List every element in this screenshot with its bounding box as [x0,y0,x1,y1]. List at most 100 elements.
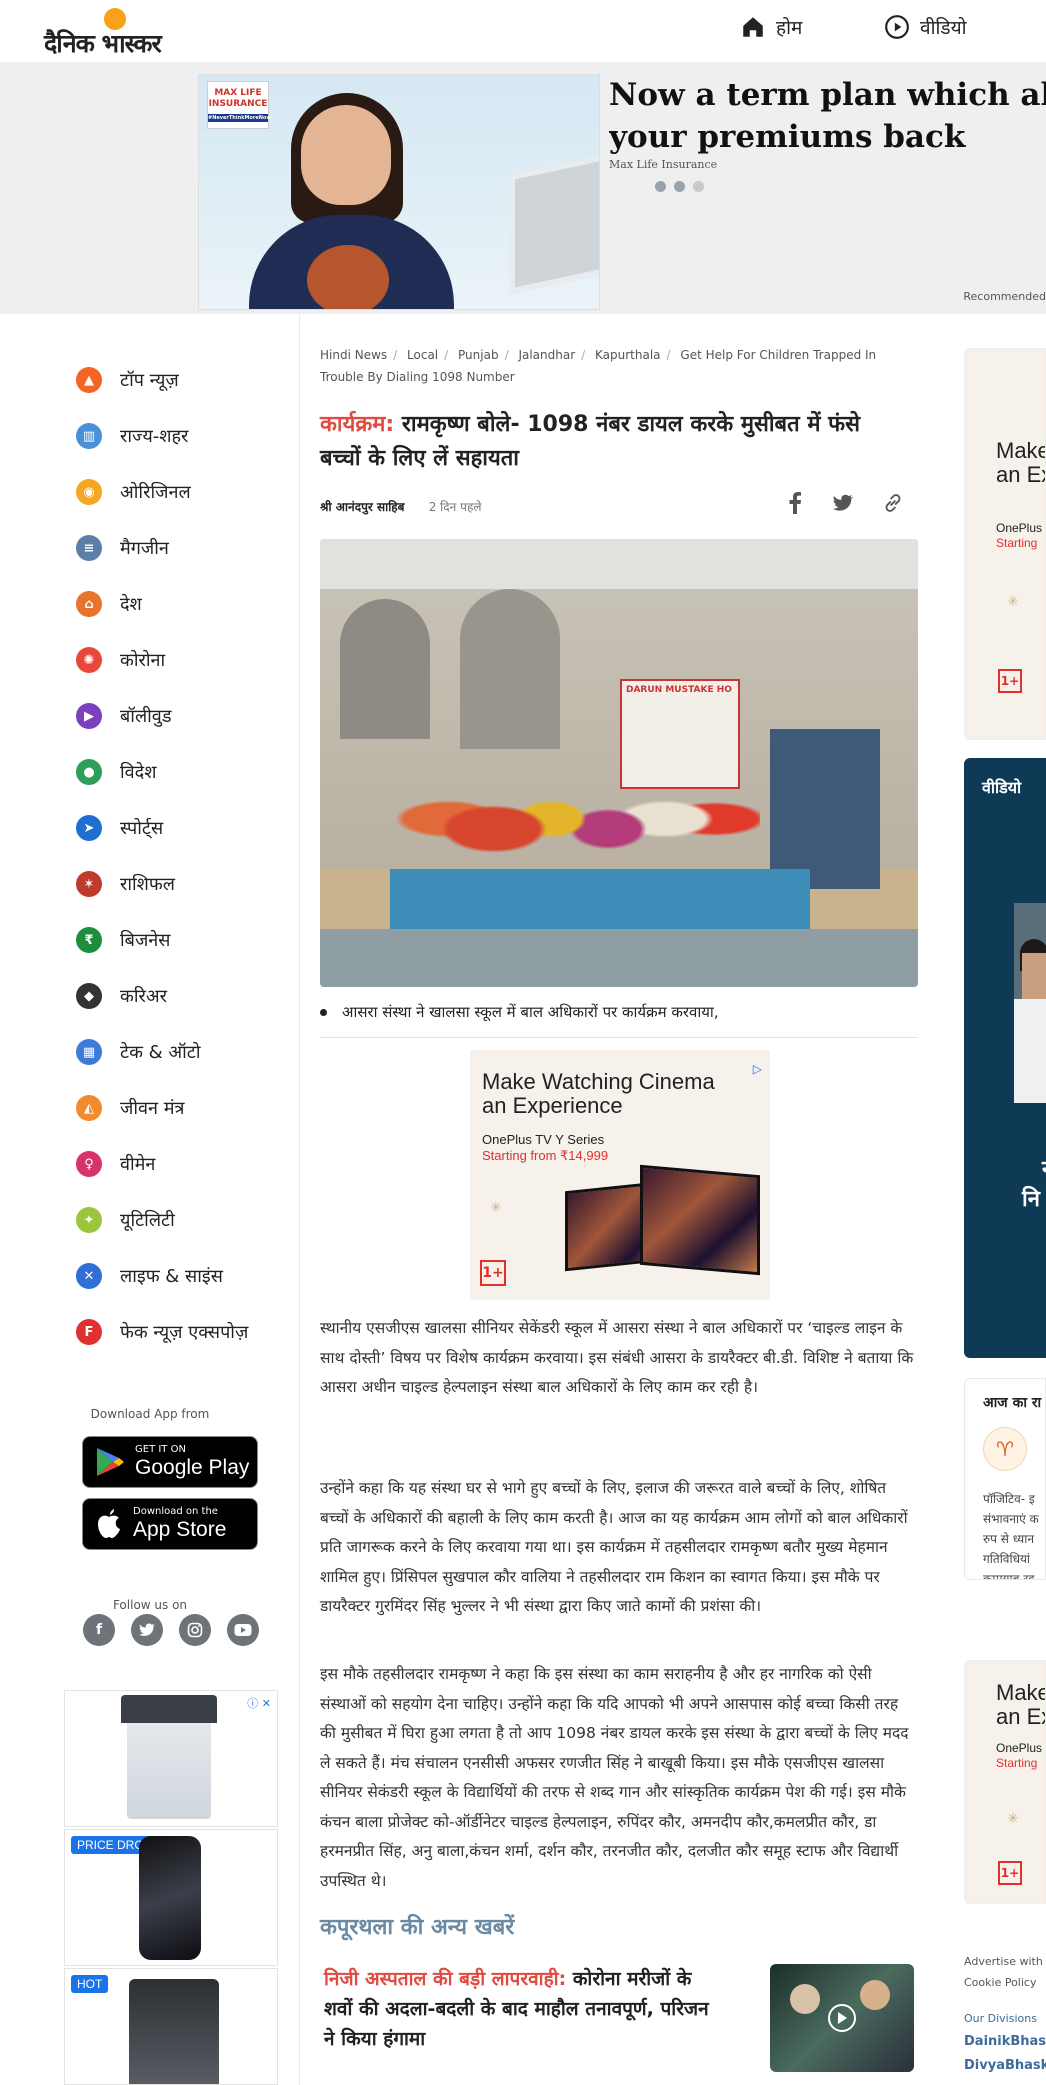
sidebar-item[interactable]: ▲ टॉप न्यूज़ [76,364,179,396]
sidebar-item-label: स्पोर्ट्स [120,818,164,839]
division-link[interactable]: DivyaBhaska [964,2058,1046,2073]
appliance-image [129,1979,219,2084]
ad-carousel-dots[interactable] [655,181,704,192]
apple-icon [98,1509,120,1538]
sidebar-ad-washing-machine[interactable]: ⓘ ✕ [64,1690,278,1827]
carousel-dot[interactable] [674,181,685,192]
article-paragraph: स्थानीय एसजीएस खालसा सीनियर सेकेंडरी स्क… [320,1319,914,1396]
ad-headline-line-2: your premiums back [609,119,966,155]
division-link[interactable]: DainikBhask [964,2034,1046,2049]
sidebar-item-label: जीवन मंत्र [120,1098,185,1119]
video-text-line-1: न [1042,1153,1046,1183]
download-label: Download App from [90,1407,210,1421]
sidebar-item[interactable]: ₹ बिजनेस [76,924,170,956]
sidebar-item-label: वीमेन [120,1154,156,1175]
carousel-dot[interactable] [693,181,704,192]
sidebar-item[interactable]: ✶ राशिफल [76,868,175,900]
app-store-big: App Store [133,1518,227,1541]
banner-ad-image[interactable]: MAX LIFE INSURANCE #NeverThinkMoreNow [198,74,600,310]
nav-home[interactable]: होम [740,14,802,40]
sidebar-item-label: बिजनेस [120,930,171,951]
sidebar-item[interactable]: ● विदेश [76,756,156,788]
google-play-button[interactable]: GET IT ON Google Play [82,1436,258,1488]
sidebar-item[interactable]: ◉ ओरिजिनल [76,476,191,508]
advertise-link[interactable]: Advertise with U [964,1955,1046,1968]
logo-text: दैनिक भास्कर [44,29,162,58]
sidebar-ad-phone[interactable]: PRICE DROP [64,1829,278,1966]
breadcrumb-item[interactable]: Local [407,348,438,362]
sidebar-item[interactable]: ▦ टेक & ऑटो [76,1036,201,1068]
our-divisions-label: Our Divisions [964,2012,1037,2025]
share-twitter-icon[interactable] [830,490,856,516]
sparkle-icon: ✳ [490,1200,502,1216]
oneplus-logo-icon: 1+ [998,669,1022,693]
sidebar-item[interactable]: ✕ लाइफ & साइंस [76,1260,223,1292]
aries-icon: ♈ [983,1427,1027,1471]
youtube-icon[interactable] [227,1614,259,1646]
sidebar-ad-appliance[interactable]: HOT [64,1968,278,2085]
app-store-button[interactable]: Download on the App Store [82,1498,258,1550]
related-story-title[interactable]: निजी अस्पताल की बड़ी लापरवाही: कोरोना मर… [324,1964,724,2054]
sparkle-icon: ✳ [1007,594,1019,610]
adchoices-icon[interactable]: ⓘ ✕ [247,1695,271,1711]
cookie-policy-link[interactable]: Cookie Policy [964,1976,1036,1989]
sidebar-item[interactable]: ▥ राज्य-शहर [76,420,188,452]
article-paragraph: इस मौके तहसीलदार रामकृष्ण ने कहा कि इस स… [320,1665,909,1890]
sidebar-item[interactable]: ◭ जीवन मंत्र [76,1092,184,1124]
divider [320,1037,918,1038]
google-play-icon [97,1448,124,1476]
photo-caption: आसरा संस्था ने खालसा स्कूल में बाल अधिका… [320,1002,918,1022]
follow-label: Follow us on [112,1598,188,1612]
sidebar-item-label: करिअर [120,986,167,1007]
sidebar-item[interactable]: ◆ करिअर [76,980,167,1012]
max-life-logo: MAX LIFE INSURANCE #NeverThinkMoreNow [207,81,271,129]
breadcrumb-item[interactable]: Punjab [458,348,499,362]
logo[interactable]: दैनिक भास्कर [44,8,189,58]
right-ad-1-price: Starting [996,536,1038,550]
video-widget[interactable]: वीडियो न नि [964,758,1046,1358]
sidebar-item[interactable]: ⌂ देश [76,588,142,620]
sidebar-item[interactable]: ✺ कोरोना [76,644,165,676]
instagram-icon[interactable] [179,1614,211,1646]
play-icon[interactable] [828,2004,856,2032]
right-ad-1[interactable]: Makean Ex OnePlus Starting ✳ 1+ [964,348,1046,740]
share-facebook-icon[interactable] [782,490,808,516]
sidebar-item[interactable]: ➤ स्पोर्ट्स [76,812,163,844]
sidebar-item[interactable]: ≡ मैगजीन [76,532,169,564]
fire-icon: ▲ [76,367,102,393]
right-ad-2-sub: OnePlus [996,1741,1043,1755]
video-thumbnail [1014,903,1046,1103]
breadcrumb-item[interactable]: Jalandhar [518,348,575,362]
rupee-icon: ₹ [76,927,102,953]
magazine-icon: ≡ [76,535,102,561]
carousel-dot[interactable] [655,181,666,192]
sidebar-item-label: मैगजीन [120,538,169,559]
article-photo[interactable]: DARUN MUSTAKE HO [320,539,918,987]
article-title-text: रामकृष्ण बोले- 1098 नंबर डायल करके मुसीब… [320,412,860,471]
share-link-icon[interactable] [880,490,906,516]
breadcrumb: Hindi News / Local / Punjab / Jalandhar / Ka… [320,348,877,384]
globe-icon: ● [76,759,102,785]
sidebar-item[interactable]: F फेक न्यूज़ एक्सपोज़ [76,1316,248,1348]
facebook-icon[interactable]: f [83,1614,115,1646]
sidebar-item[interactable]: ✦ यूटिलिटी [76,1204,175,1236]
phone-image [139,1836,201,1960]
clapperboard-icon: ▶ [76,703,102,729]
twitter-icon[interactable] [131,1614,163,1646]
right-ad-2[interactable]: Makean Ex OnePlus Starting ✳ 1+ [964,1660,1046,1904]
photo-banner-text: DARUN MUSTAKE HO [626,685,732,695]
breadcrumb-item[interactable]: Hindi News [320,348,387,362]
sidebar-item[interactable]: ♀ वीमेन [76,1148,155,1180]
photo-door [770,729,880,889]
related-story-thumbnail[interactable] [770,1964,914,2072]
breadcrumb-item[interactable]: Kapurthala [595,348,661,362]
rashifal-widget[interactable]: आज का रा ♈ पॉजिटिव- इ संभावनाएं क रुप से… [964,1378,1046,1580]
banner-ad-headline[interactable]: Now a term plan which also gi your premi… [609,74,1046,158]
right-ad-1-sub: OnePlus [996,521,1043,535]
adchoices-icon[interactable]: ▷ [753,1062,762,1076]
sidebar-item[interactable]: ▶ बॉलीवुड [76,700,171,732]
inline-ad-oneplus[interactable]: Make Watching Cinema an Experience OnePlu… [470,1050,770,1300]
rashifal-line: गतिविधियां [983,1552,1031,1566]
nav-video[interactable]: वीडियो [884,14,967,40]
sidebar-item-label: राशिफल [120,874,176,895]
